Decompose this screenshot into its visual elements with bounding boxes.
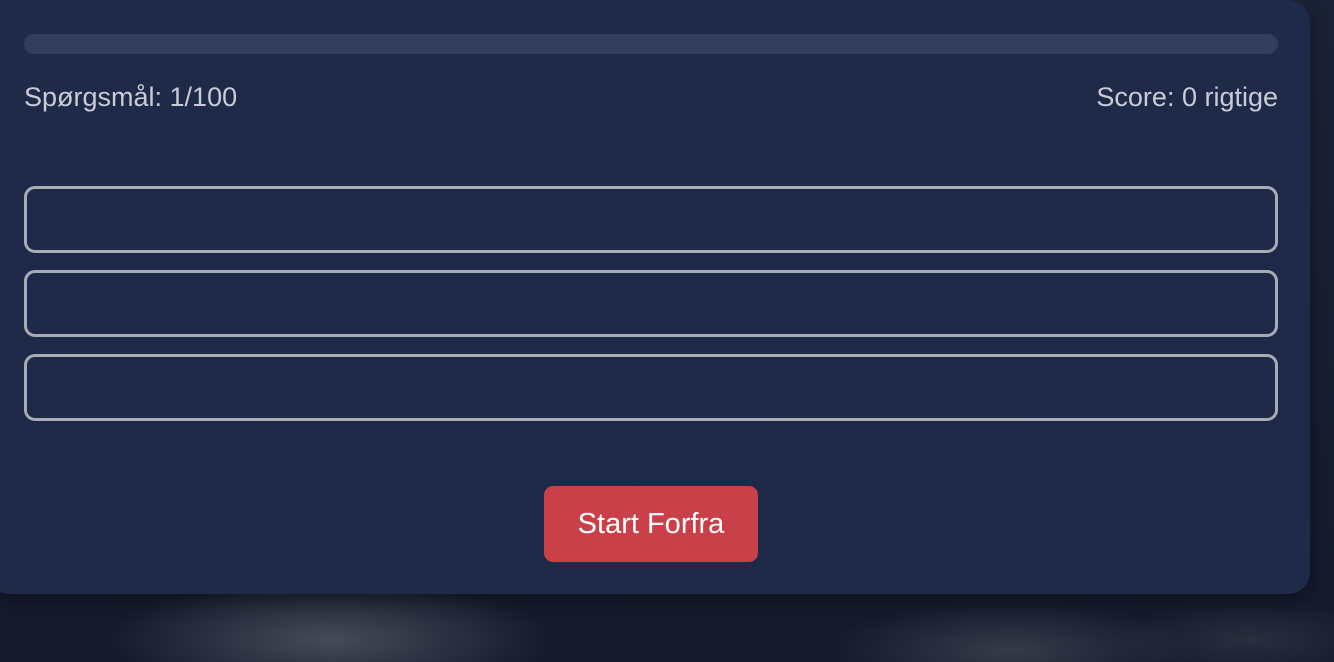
question-text [24, 132, 1278, 172]
question-counter: Spørgsmål: 1/100 [24, 81, 238, 112]
answer-option-3[interactable] [24, 354, 1278, 421]
answer-option-1[interactable] [24, 186, 1278, 253]
progress-bar [24, 34, 1278, 54]
restart-button[interactable]: Start Forfra [544, 486, 758, 562]
stats-row: Spørgsmål: 1/100 Score: 0 rigtige [24, 80, 1278, 114]
score-counter: Score: 0 rigtige [1096, 81, 1278, 112]
answer-option-2[interactable] [24, 270, 1278, 337]
quiz-card: Spørgsmål: 1/100 Score: 0 rigtige Start … [0, 0, 1310, 594]
answer-list [24, 186, 1278, 438]
